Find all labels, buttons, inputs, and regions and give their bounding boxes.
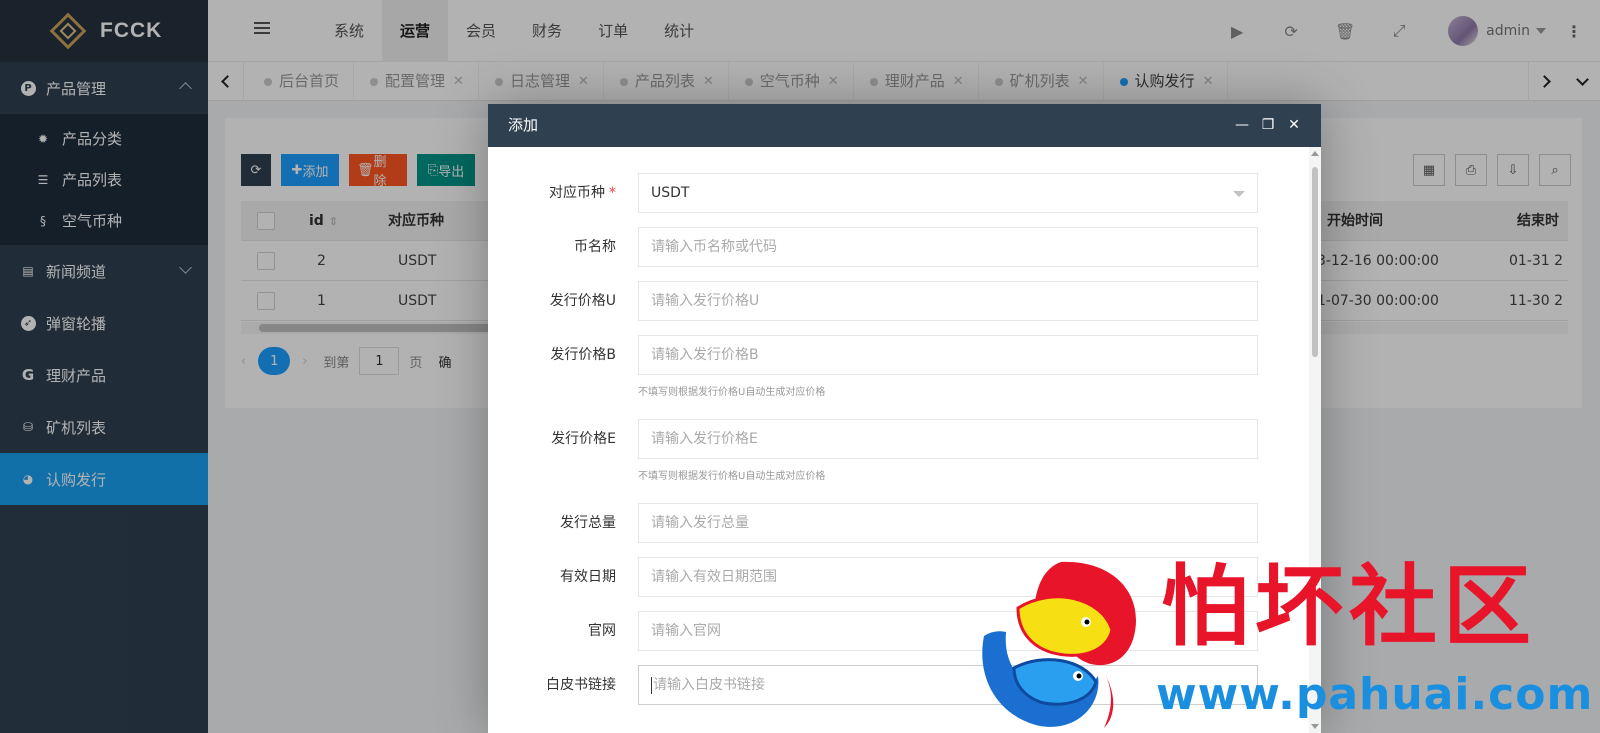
- close-icon[interactable]: ✕: [1281, 104, 1307, 147]
- required-mark: *: [609, 185, 616, 201]
- coin-select[interactable]: USDT: [638, 173, 1258, 213]
- scrollbar-thumb[interactable]: [1312, 167, 1318, 357]
- field-label-price-u: 发行价格U: [549, 293, 616, 309]
- watermark-url: www.pahuai.com: [1156, 669, 1594, 720]
- price-e-input[interactable]: 请输入发行价格E: [638, 419, 1258, 459]
- dialog-title: 添加: [508, 116, 539, 134]
- watermark: 怕坏社区 www.pahuai.com: [966, 554, 1592, 733]
- field-label-website: 官网: [588, 623, 616, 639]
- total-supply-input[interactable]: 请输入发行总量: [638, 503, 1258, 543]
- field-label-coin: 对应币种 *: [549, 173, 616, 213]
- whitepaper-placeholder: 请输入白皮书链接: [653, 677, 765, 693]
- dialog-titlebar[interactable]: 添加 — ❐ ✕: [488, 104, 1321, 147]
- coin-select-value: USDT: [651, 185, 690, 201]
- maximize-icon[interactable]: ❐: [1255, 104, 1281, 147]
- field-label-price-b: 发行价格B: [550, 347, 616, 363]
- scroll-up-icon[interactable]: [1311, 151, 1319, 156]
- price-e-hint: 不填写则根据发行价格U自动生成对应价格: [638, 471, 826, 482]
- coin-name-input[interactable]: 请输入币名称或代码: [638, 227, 1258, 267]
- text-cursor: [651, 676, 652, 694]
- dialog-controls: — ❐ ✕: [1229, 104, 1307, 147]
- price-u-input[interactable]: 请输入发行价格U: [638, 281, 1258, 321]
- price-b-hint: 不填写则根据发行价格U自动生成对应价格: [638, 387, 826, 398]
- field-label-total: 发行总量: [560, 515, 616, 531]
- field-label-valid-date: 有效日期: [560, 569, 616, 585]
- price-b-input[interactable]: 请输入发行价格B: [638, 335, 1258, 375]
- field-label-coin-name: 币名称: [574, 239, 616, 255]
- watermark-text: 怕坏社区: [1161, 554, 1538, 658]
- field-label-price-e: 发行价格E: [551, 431, 616, 447]
- caret-down-icon: [1233, 191, 1245, 197]
- minimize-icon[interactable]: —: [1229, 104, 1255, 147]
- field-label-whitepaper: 白皮书链接: [546, 677, 616, 693]
- fish-logo-icon: [982, 561, 1136, 728]
- field-label-text: 对应币种: [549, 185, 605, 201]
